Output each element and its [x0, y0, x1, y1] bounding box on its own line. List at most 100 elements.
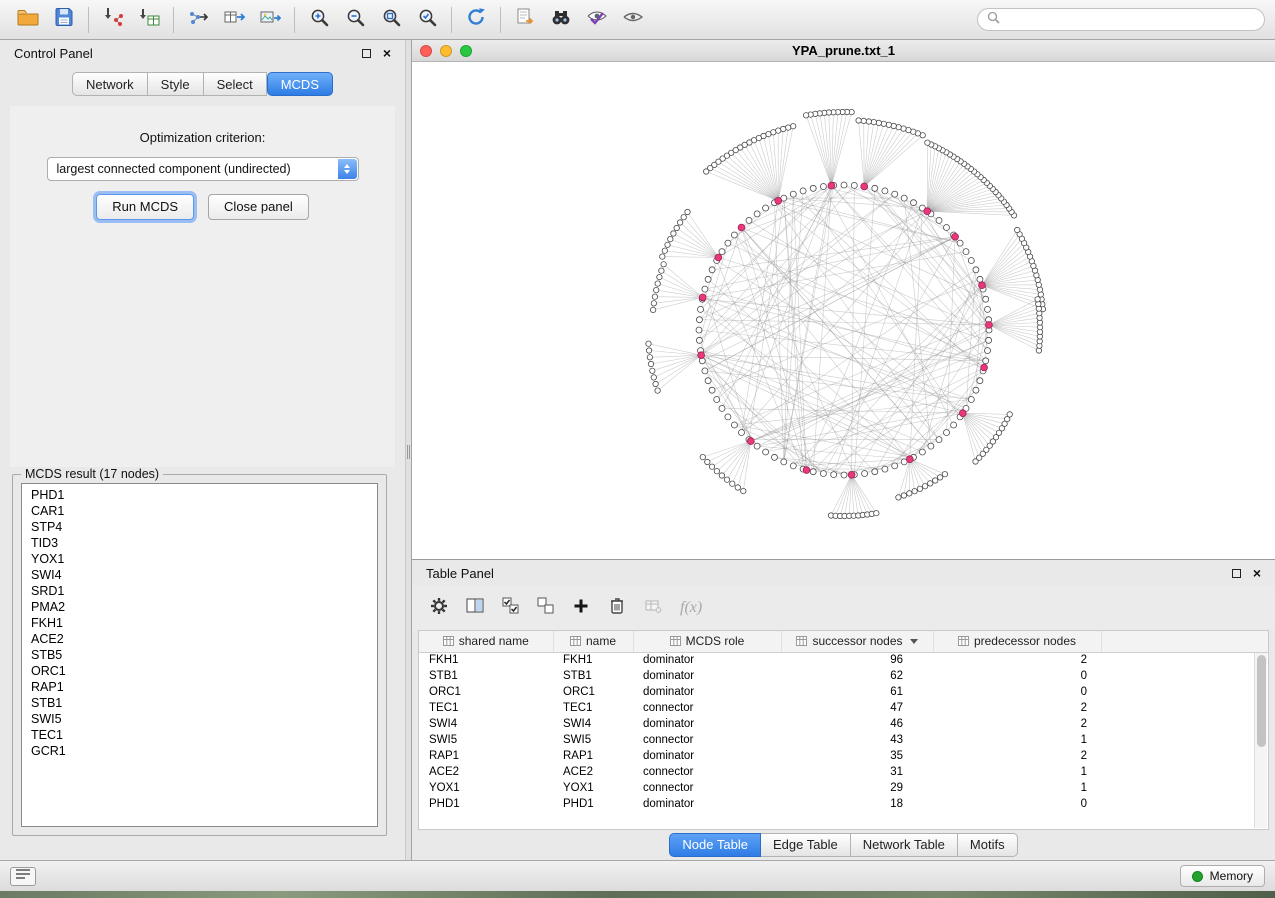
- maximize-window-icon[interactable]: [460, 45, 472, 57]
- show-columns-button[interactable]: [466, 597, 484, 619]
- cell-predecessor_nodes[interactable]: 1: [933, 780, 1101, 796]
- table-scrollbar[interactable]: [1254, 653, 1267, 828]
- table-row[interactable]: RAP1RAP1dominator352: [419, 748, 1268, 764]
- graphics-details-button[interactable]: [579, 4, 615, 36]
- column-header-predecessor-nodes[interactable]: predecessor nodes: [933, 631, 1101, 652]
- show-hide-button[interactable]: [615, 4, 651, 36]
- cell-successor_nodes[interactable]: 29: [781, 780, 933, 796]
- cell-shared_name[interactable]: RAP1: [419, 748, 553, 764]
- close-panel-icon[interactable]: ×: [383, 46, 391, 60]
- cell-shared_name[interactable]: FKH1: [419, 652, 553, 668]
- tab-network[interactable]: Network: [72, 72, 148, 96]
- zoom-out-button[interactable]: [337, 4, 373, 36]
- table-row[interactable]: FKH1FKH1dominator962: [419, 652, 1268, 668]
- panel-splitter[interactable]: [405, 40, 412, 860]
- refresh-layout-button[interactable]: [458, 4, 494, 36]
- memory-button[interactable]: Memory: [1180, 865, 1265, 887]
- tab-select[interactable]: Select: [204, 72, 267, 96]
- table-row[interactable]: PHD1PHD1dominator180: [419, 796, 1268, 812]
- cell-successor_nodes[interactable]: 31: [781, 764, 933, 780]
- export-image-button[interactable]: [252, 4, 288, 36]
- tab-node-table[interactable]: Node Table: [669, 833, 761, 858]
- delete-row-button[interactable]: [608, 596, 626, 620]
- tab-style[interactable]: Style: [148, 72, 204, 96]
- cell-mcds_role[interactable]: connector: [633, 732, 781, 748]
- cell-predecessor_nodes[interactable]: 2: [933, 700, 1101, 716]
- zoom-fit-button[interactable]: [373, 4, 409, 36]
- cell-predecessor_nodes[interactable]: 0: [933, 796, 1101, 812]
- cell-predecessor_nodes[interactable]: 0: [933, 668, 1101, 684]
- cell-shared_name[interactable]: ACE2: [419, 764, 553, 780]
- minimize-window-icon[interactable]: [440, 45, 452, 57]
- show-panel-button[interactable]: [10, 867, 36, 886]
- cell-successor_nodes[interactable]: 61: [781, 684, 933, 700]
- result-item[interactable]: FKH1: [31, 615, 368, 631]
- export-table-button[interactable]: [216, 4, 252, 36]
- cell-shared_name[interactable]: YOX1: [419, 780, 553, 796]
- cell-name[interactable]: YOX1: [553, 780, 633, 796]
- zoom-in-button[interactable]: [301, 4, 337, 36]
- cell-name[interactable]: ACE2: [553, 764, 633, 780]
- result-item[interactable]: TEC1: [31, 727, 368, 743]
- cell-predecessor_nodes[interactable]: 1: [933, 732, 1101, 748]
- cell-mcds_role[interactable]: connector: [633, 780, 781, 796]
- float-panel-icon[interactable]: [362, 49, 371, 58]
- result-item[interactable]: CAR1: [31, 503, 368, 519]
- export-network-button[interactable]: [180, 4, 216, 36]
- cell-predecessor_nodes[interactable]: 1: [933, 764, 1101, 780]
- cell-shared_name[interactable]: SWI4: [419, 716, 553, 732]
- cell-shared_name[interactable]: ORC1: [419, 684, 553, 700]
- cell-successor_nodes[interactable]: 46: [781, 716, 933, 732]
- search-input[interactable]: [1005, 12, 1255, 28]
- tab-edge-table[interactable]: Edge Table: [761, 833, 851, 858]
- duplicate-network-button[interactable]: [507, 4, 543, 36]
- cell-name[interactable]: PHD1: [553, 796, 633, 812]
- column-header-successor-nodes[interactable]: successor nodes: [781, 631, 933, 652]
- result-item[interactable]: GCR1: [31, 743, 368, 759]
- criterion-select[interactable]: largest connected component (undirected): [47, 157, 359, 181]
- deselect-all-button[interactable]: [537, 597, 554, 619]
- table-settings-button[interactable]: [430, 597, 448, 620]
- cell-successor_nodes[interactable]: 43: [781, 732, 933, 748]
- cell-name[interactable]: ORC1: [553, 684, 633, 700]
- cell-successor_nodes[interactable]: 96: [781, 652, 933, 668]
- open-session-button[interactable]: [10, 4, 46, 36]
- result-item[interactable]: RAP1: [31, 679, 368, 695]
- float-table-panel-icon[interactable]: [1232, 569, 1241, 578]
- table-row[interactable]: YOX1YOX1connector291: [419, 780, 1268, 796]
- result-item[interactable]: STB1: [31, 695, 368, 711]
- tab-motifs[interactable]: Motifs: [958, 833, 1018, 858]
- cell-shared_name[interactable]: TEC1: [419, 700, 553, 716]
- network-graph[interactable]: [412, 62, 1275, 559]
- import-network-button[interactable]: [95, 4, 131, 36]
- cell-mcds_role[interactable]: dominator: [633, 652, 781, 668]
- cell-mcds_role[interactable]: connector: [633, 764, 781, 780]
- cell-successor_nodes[interactable]: 18: [781, 796, 933, 812]
- table-row[interactable]: TEC1TEC1connector472: [419, 700, 1268, 716]
- table-row[interactable]: ORC1ORC1dominator610: [419, 684, 1268, 700]
- cell-name[interactable]: STB1: [553, 668, 633, 684]
- result-item[interactable]: PHD1: [31, 487, 368, 503]
- scrollbar-thumb[interactable]: [1257, 655, 1266, 747]
- column-header-shared-name[interactable]: shared name: [419, 631, 553, 652]
- cell-successor_nodes[interactable]: 62: [781, 668, 933, 684]
- add-row-button[interactable]: [572, 597, 590, 620]
- result-item[interactable]: STB5: [31, 647, 368, 663]
- column-header-name[interactable]: name: [553, 631, 633, 652]
- cell-mcds_role[interactable]: dominator: [633, 716, 781, 732]
- result-item[interactable]: ORC1: [31, 663, 368, 679]
- cell-name[interactable]: TEC1: [553, 700, 633, 716]
- result-item[interactable]: STP4: [31, 519, 368, 535]
- import-table-button[interactable]: [131, 4, 167, 36]
- cell-shared_name[interactable]: SWI5: [419, 732, 553, 748]
- result-item[interactable]: ACE2: [31, 631, 368, 647]
- result-item[interactable]: YOX1: [31, 551, 368, 567]
- result-item[interactable]: PMA2: [31, 599, 368, 615]
- search-field[interactable]: [977, 8, 1265, 31]
- cell-mcds_role[interactable]: dominator: [633, 748, 781, 764]
- cell-name[interactable]: FKH1: [553, 652, 633, 668]
- run-mcds-button[interactable]: Run MCDS: [96, 194, 194, 220]
- select-all-button[interactable]: [502, 597, 519, 619]
- cell-predecessor_nodes[interactable]: 2: [933, 652, 1101, 668]
- cell-shared_name[interactable]: STB1: [419, 668, 553, 684]
